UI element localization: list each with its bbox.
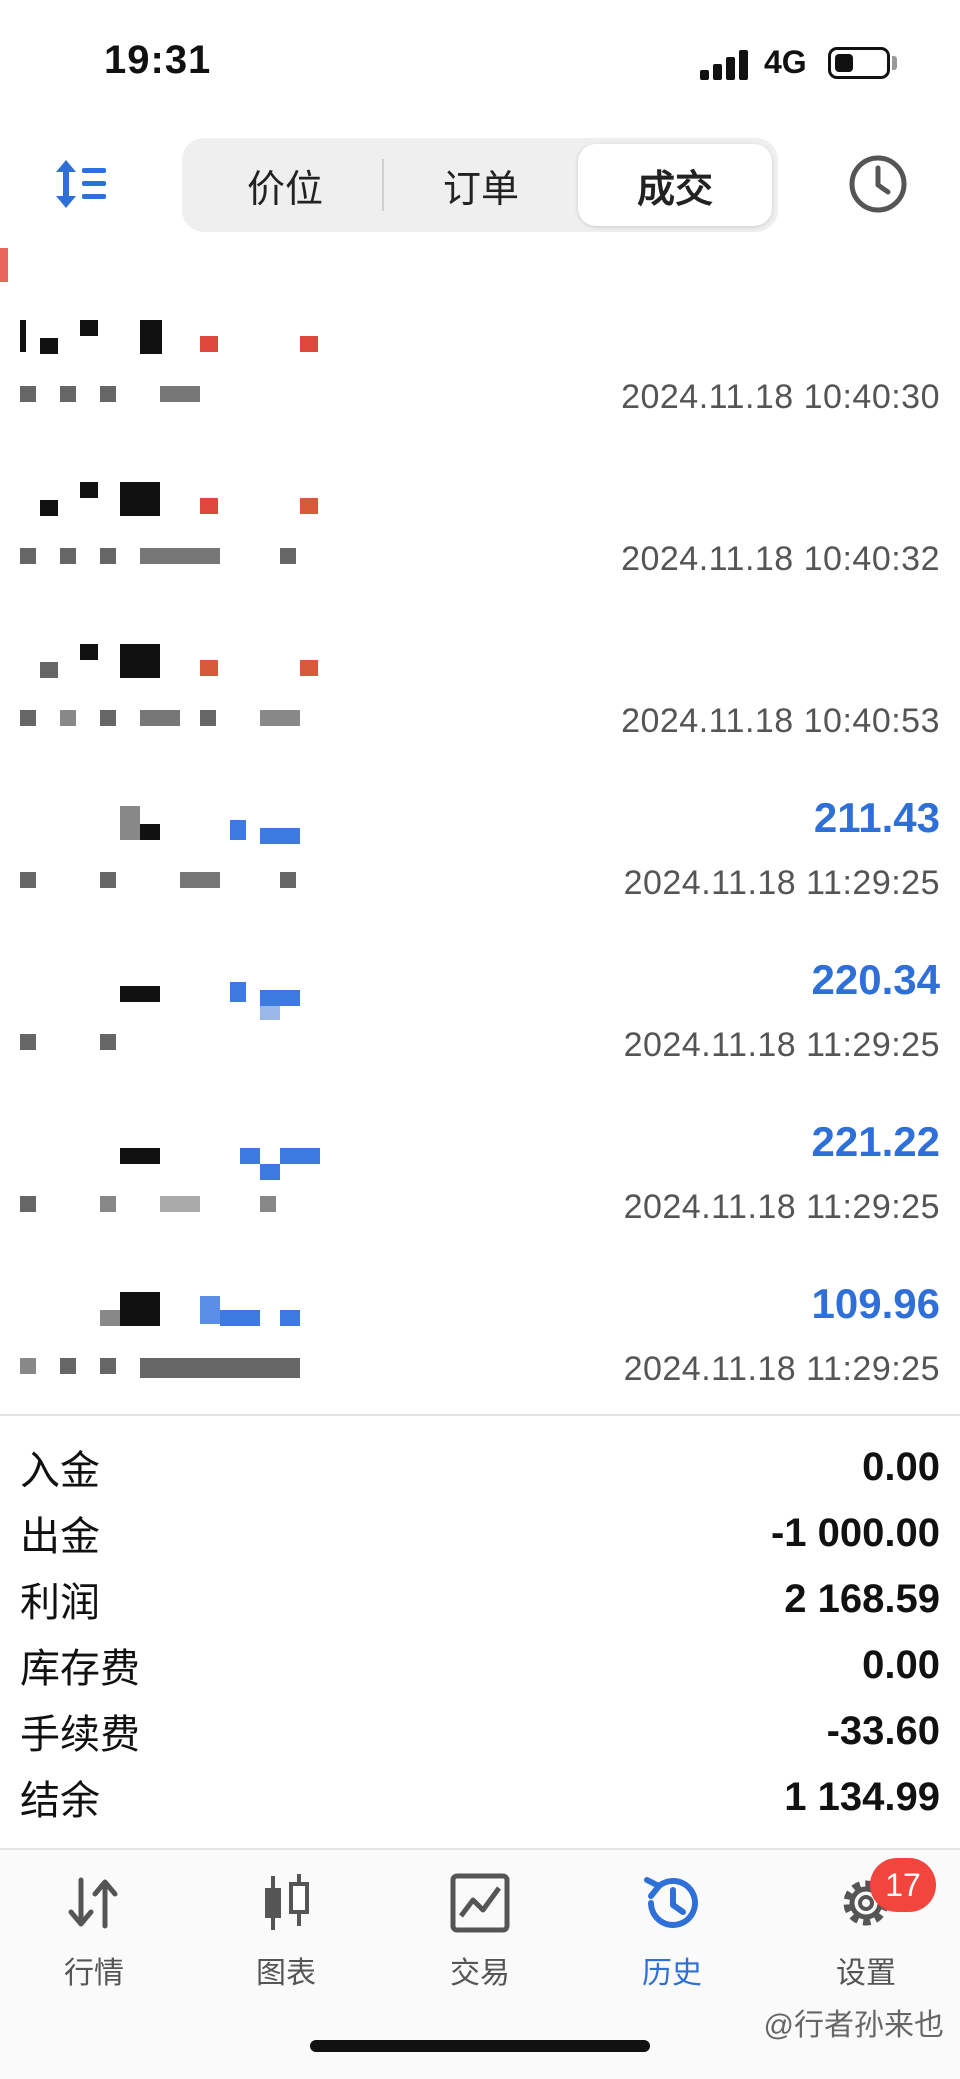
- tab-orders[interactable]: 订单: [384, 144, 578, 226]
- signal-icon: [700, 50, 752, 80]
- deal-row[interactable]: 2024.11.18 10:40:32: [0, 432, 960, 594]
- deal-details-redacted: [20, 544, 310, 570]
- deal-symbol-redacted: [20, 1130, 340, 1180]
- deal-profit: 220.34: [811, 956, 940, 1003]
- summary-row-withdrawal: 出金 -1 000.00: [0, 1500, 960, 1566]
- deal-time: 2024.11.18 11:29:25: [623, 864, 940, 902]
- deal-details-redacted: [20, 868, 310, 894]
- summary-label: 手续费: [20, 1713, 140, 1757]
- summary-value: -33.60: [826, 1708, 940, 1753]
- deal-time: 2024.11.18 10:40:53: [621, 702, 940, 740]
- deal-row[interactable]: 220.34 2024.11.18 11:29:25: [0, 918, 960, 1080]
- deal-time: 2024.11.18 11:29:25: [623, 1026, 940, 1064]
- tab-quotes-level[interactable]: 价位: [188, 144, 382, 226]
- segmented-control: 价位 订单 成交: [182, 138, 778, 232]
- summary-label: 出金: [20, 1515, 100, 1559]
- deal-symbol-redacted: [20, 320, 340, 360]
- summary-value: -1 000.00: [770, 1510, 940, 1555]
- tab-trade[interactable]: 交易: [420, 1870, 540, 2000]
- deal-time: 2024.11.18 11:29:25: [623, 1188, 940, 1226]
- network-label: 4G: [764, 44, 807, 80]
- deal-time: 2024.11.18 11:29:25: [623, 1350, 940, 1388]
- deal-symbol-redacted: [20, 968, 340, 1020]
- deal-symbol-redacted: [20, 806, 340, 846]
- deal-profit: 109.96: [811, 1280, 940, 1327]
- tab-label: 交易: [450, 1957, 510, 1990]
- tab-charts[interactable]: 图表: [226, 1870, 346, 2000]
- status-time: 19:31: [104, 38, 212, 82]
- tab-deals[interactable]: 成交: [578, 144, 772, 226]
- summary-label: 库存费: [20, 1647, 140, 1691]
- deal-details-redacted: [20, 1354, 310, 1380]
- tab-label: 图表: [256, 1957, 316, 1990]
- deal-profit: 221.22: [811, 1118, 940, 1165]
- summary-value: 2 168.59: [784, 1576, 940, 1621]
- deal-details-redacted: [20, 1192, 310, 1218]
- deal-row[interactable]: 109.96 2024.11.18 11:29:25: [0, 1242, 960, 1404]
- deal-time: 2024.11.18 10:40:32: [621, 540, 940, 578]
- deal-row[interactable]: 221.22 2024.11.18 11:29:25: [0, 1080, 960, 1242]
- summary-row-commission: 手续费 -33.60: [0, 1698, 960, 1764]
- battery-icon: [828, 47, 890, 79]
- tab-label: 行情: [64, 1957, 124, 1990]
- deal-row[interactable]: 211.43 2024.11.18 11:29:25: [0, 756, 960, 918]
- watermark: @行者孙来也: [763, 2009, 944, 2042]
- tab-history[interactable]: 历史: [612, 1870, 732, 2000]
- summary-value: 0.00: [862, 1444, 940, 1489]
- deal-details-redacted: [20, 382, 310, 408]
- top-toolbar: 价位 订单 成交: [0, 130, 960, 240]
- tab-quotes[interactable]: 行情: [34, 1870, 154, 2000]
- deal-row[interactable]: 2024.11.18 10:40:30: [0, 270, 960, 432]
- deal-details-redacted: [20, 706, 310, 732]
- battery-tip: [892, 56, 897, 70]
- trade-icon: [450, 1873, 510, 1933]
- account-summary: 入金 0.00 出金 -1 000.00 利润 2 168.59 库存费 0.0…: [0, 1414, 960, 1830]
- summary-row-profit: 利润 2 168.59: [0, 1566, 960, 1632]
- sort-icon[interactable]: [52, 154, 112, 214]
- home-indicator[interactable]: [310, 2040, 650, 2052]
- summary-row-swap: 库存费 0.00: [0, 1632, 960, 1698]
- deal-row[interactable]: 2024.11.18 10:40:53: [0, 594, 960, 756]
- summary-row-deposit: 入金 0.00: [0, 1434, 960, 1500]
- deal-list: 2024.11.18 10:40:30 2024.11.18 10:40:32: [0, 270, 960, 1404]
- summary-row-balance: 结余 1 134.99: [0, 1764, 960, 1830]
- deal-symbol-redacted: [20, 1292, 340, 1332]
- summary-value: 0.00: [862, 1642, 940, 1687]
- summary-label: 入金: [20, 1449, 100, 1493]
- summary-value: 1 134.99: [784, 1774, 940, 1819]
- deal-symbol-redacted: [20, 644, 340, 684]
- settings-badge: 17: [870, 1858, 936, 1912]
- summary-label: 利润: [20, 1581, 100, 1625]
- history-icon: [644, 1877, 698, 1928]
- deal-time: 2024.11.18 10:40:30: [621, 378, 940, 416]
- chart-icon: [265, 1874, 309, 1930]
- quotes-icon: [68, 1877, 118, 1929]
- deal-details-redacted: [20, 1030, 310, 1056]
- summary-label: 结余: [20, 1779, 100, 1823]
- clock-icon[interactable]: [846, 152, 910, 216]
- deal-symbol-redacted: [20, 482, 340, 522]
- tab-label: 历史: [642, 1957, 702, 1990]
- tab-label: 设置: [836, 1957, 896, 1990]
- status-bar: 19:31 4G: [0, 0, 960, 120]
- deal-profit: 211.43: [813, 794, 940, 841]
